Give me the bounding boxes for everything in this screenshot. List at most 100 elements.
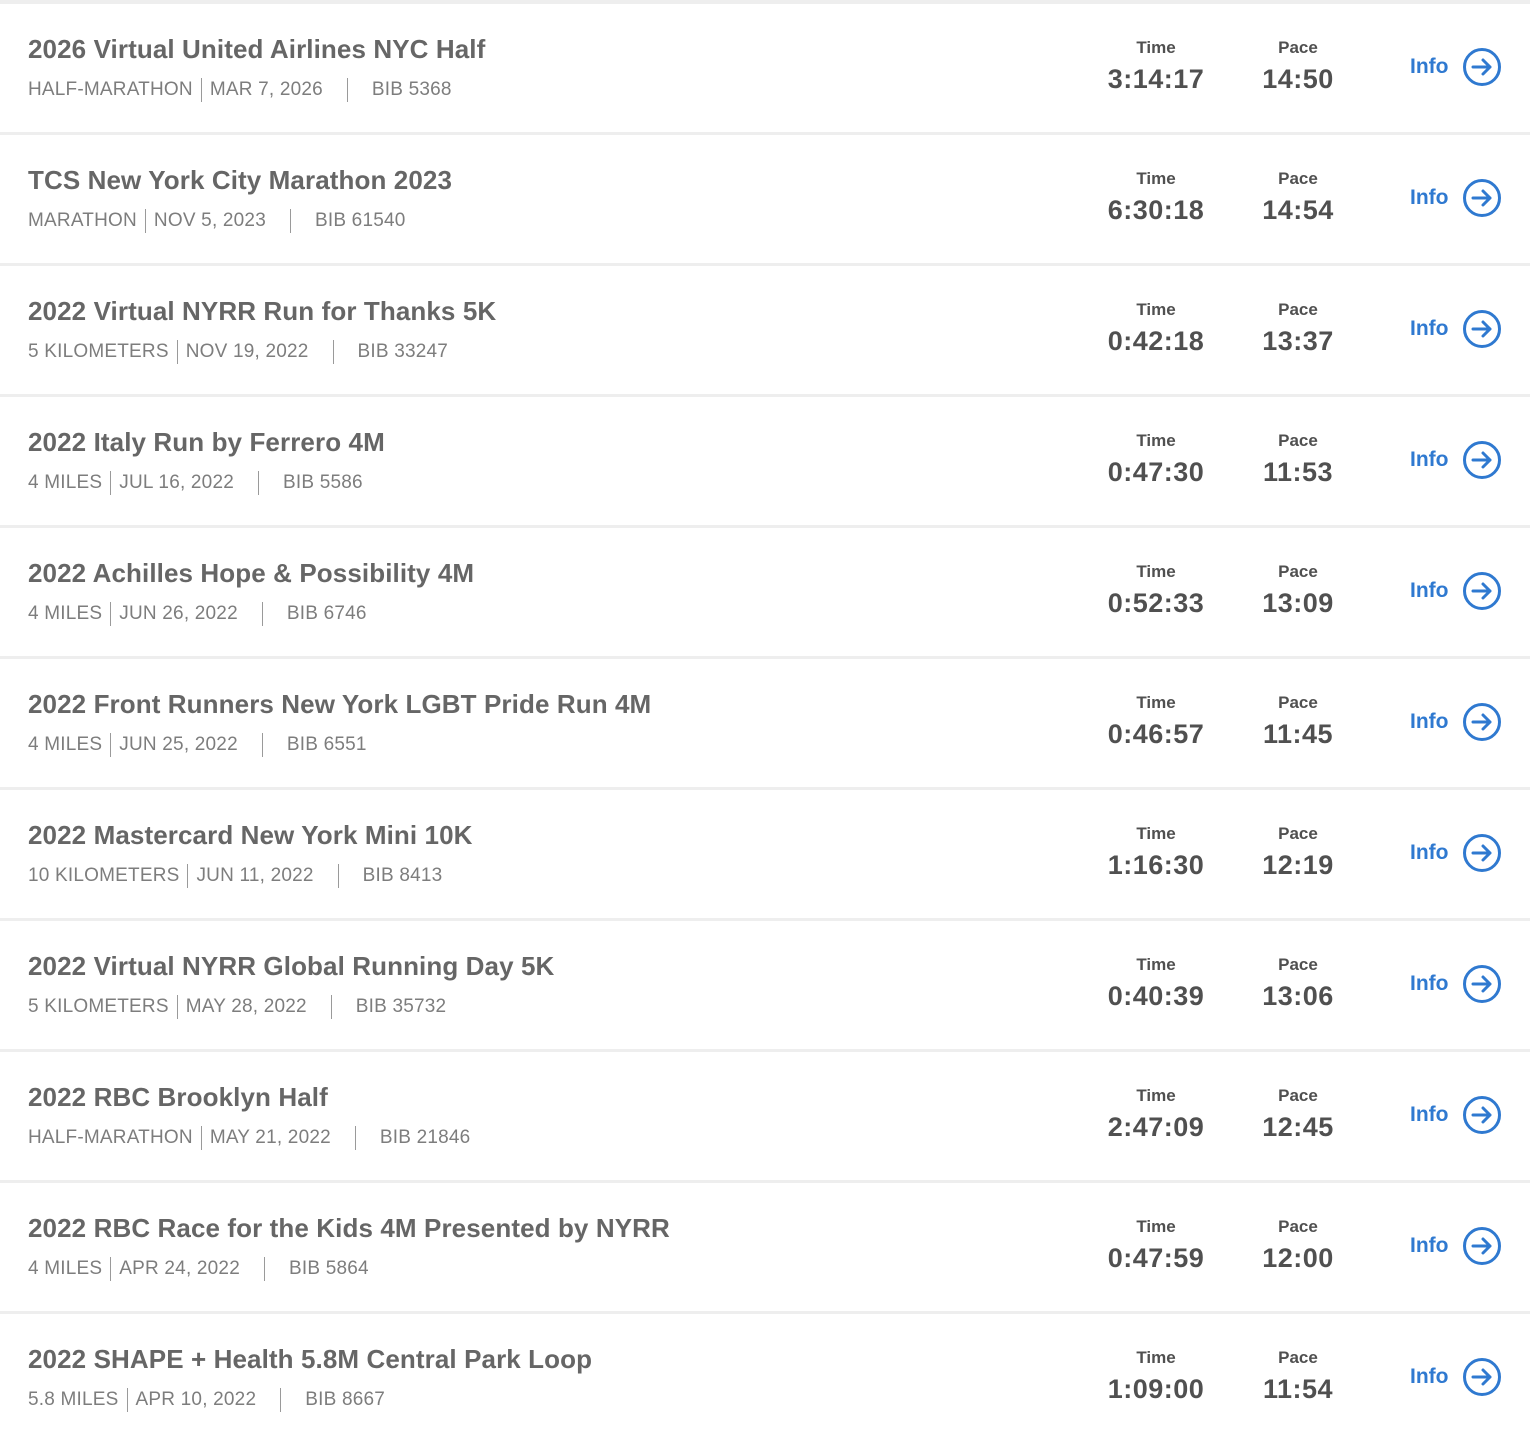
race-meta: 4 MILES JUN 26, 2022 BIB 6746 xyxy=(28,602,367,626)
race-distance: HALF-MARATHON xyxy=(28,79,193,100)
race-date: JUN 11, 2022 xyxy=(196,865,314,886)
time-value: 1:09:00 xyxy=(1107,1374,1205,1404)
meta-divider xyxy=(354,1126,356,1150)
pace-value: 11:45 xyxy=(1262,719,1334,749)
time-value: 0:47:59 xyxy=(1107,1243,1205,1273)
info-label: Info xyxy=(1410,1234,1449,1257)
race-title[interactable]: 2022 Virtual NYRR Run for Thanks 5K xyxy=(28,296,496,327)
race-bib: BIB 6551 xyxy=(286,734,367,755)
info-link[interactable]: Info xyxy=(1410,1225,1502,1267)
arrow-right-circle-icon xyxy=(1463,1358,1502,1396)
race-date: JUN 25, 2022 xyxy=(119,734,238,755)
arrow-right-circle-icon xyxy=(1463,179,1502,217)
time-stat: Time 1:09:00 xyxy=(1086,1348,1226,1408)
race-distance: MARATHON xyxy=(28,210,137,231)
time-label: Time xyxy=(1136,300,1176,319)
time-stat: Time 1:16:30 xyxy=(1086,824,1226,884)
pace-stat: Pace 13:37 xyxy=(1228,300,1368,360)
race-title[interactable]: 2022 RBC Brooklyn Half xyxy=(28,1082,328,1113)
info-link[interactable]: Info xyxy=(1410,439,1502,481)
race-row: 2022 Achilles Hope & Possibility 4M 4 MI… xyxy=(0,528,1530,659)
meta-divider xyxy=(126,1388,128,1412)
meta-divider xyxy=(110,1257,112,1281)
meta-divider xyxy=(176,995,178,1019)
info-label: Info xyxy=(1410,1365,1449,1388)
time-value: 2:47:09 xyxy=(1107,1112,1205,1142)
info-label: Info xyxy=(1410,186,1449,209)
meta-divider xyxy=(187,864,189,888)
race-title[interactable]: 2022 Virtual NYRR Global Running Day 5K xyxy=(28,951,554,982)
race-distance: 5 KILOMETERS xyxy=(28,341,169,362)
pace-value: 13:09 xyxy=(1262,588,1334,618)
time-value: 0:42:18 xyxy=(1107,326,1205,356)
meta-divider xyxy=(110,733,112,757)
time-stat: Time 0:47:30 xyxy=(1086,431,1226,491)
race-bib: BIB 8667 xyxy=(305,1389,386,1410)
race-title[interactable]: 2022 Front Runners New York LGBT Pride R… xyxy=(28,689,651,720)
info-label: Info xyxy=(1410,972,1449,995)
info-link[interactable]: Info xyxy=(1410,308,1502,350)
pace-stat: Pace 11:45 xyxy=(1228,693,1368,753)
info-link[interactable]: Info xyxy=(1410,963,1502,1005)
meta-divider xyxy=(176,340,178,364)
arrow-right-circle-icon xyxy=(1463,441,1502,479)
time-label: Time xyxy=(1136,431,1176,450)
time-value: 0:47:30 xyxy=(1107,457,1205,487)
race-row: 2022 Italy Run by Ferrero 4M 4 MILES JUL… xyxy=(0,397,1530,528)
race-title[interactable]: 2026 Virtual United Airlines NYC Half xyxy=(28,34,485,65)
pace-label: Pace xyxy=(1278,38,1318,57)
race-bib: BIB 61540 xyxy=(314,210,406,231)
info-label: Info xyxy=(1410,710,1449,733)
info-link[interactable]: Info xyxy=(1410,570,1502,612)
pace-label: Pace xyxy=(1278,693,1318,712)
race-date: MAR 7, 2026 xyxy=(209,79,323,100)
race-row: 2022 RBC Race for the Kids 4M Presented … xyxy=(0,1183,1530,1314)
time-label: Time xyxy=(1136,824,1176,843)
time-label: Time xyxy=(1136,693,1176,712)
meta-divider xyxy=(261,602,263,626)
time-stat: Time 6:30:18 xyxy=(1086,169,1226,229)
time-stat: Time 2:47:09 xyxy=(1086,1086,1226,1146)
pace-label: Pace xyxy=(1278,955,1318,974)
time-value: 1:16:30 xyxy=(1107,850,1205,880)
race-title[interactable]: 2022 SHAPE + Health 5.8M Central Park Lo… xyxy=(28,1344,592,1375)
race-title[interactable]: 2022 Achilles Hope & Possibility 4M xyxy=(28,558,474,589)
info-label: Info xyxy=(1410,448,1449,471)
pace-stat: Pace 12:45 xyxy=(1228,1086,1368,1146)
info-link[interactable]: Info xyxy=(1410,1356,1502,1398)
meta-divider xyxy=(200,78,202,102)
pace-label: Pace xyxy=(1278,1217,1318,1236)
info-link[interactable]: Info xyxy=(1410,832,1502,874)
time-stat: Time 3:14:17 xyxy=(1086,38,1226,98)
meta-divider xyxy=(258,471,259,495)
info-link[interactable]: Info xyxy=(1410,177,1502,219)
race-distance: 10 KILOMETERS xyxy=(28,865,180,886)
meta-divider xyxy=(144,209,146,233)
info-link[interactable]: Info xyxy=(1410,1094,1502,1136)
pace-label: Pace xyxy=(1278,169,1318,188)
meta-divider xyxy=(330,995,332,1019)
race-title[interactable]: 2022 Mastercard New York Mini 10K xyxy=(28,820,473,851)
time-stat: Time 0:42:18 xyxy=(1086,300,1226,360)
pace-value: 11:53 xyxy=(1262,457,1334,487)
pace-value: 11:54 xyxy=(1262,1374,1334,1404)
race-title[interactable]: 2022 Italy Run by Ferrero 4M xyxy=(28,427,385,458)
race-title[interactable]: TCS New York City Marathon 2023 xyxy=(28,165,452,196)
arrow-right-circle-icon xyxy=(1463,48,1502,86)
time-value: 0:40:39 xyxy=(1107,981,1205,1011)
arrow-right-circle-icon xyxy=(1463,703,1502,741)
race-distance: 4 MILES xyxy=(28,603,103,624)
info-link[interactable]: Info xyxy=(1410,46,1502,88)
race-row: TCS New York City Marathon 2023 MARATHON… xyxy=(0,135,1530,266)
race-meta: 5 KILOMETERS MAY 28, 2022 BIB 35732 xyxy=(28,995,446,1019)
race-row: 2022 Mastercard New York Mini 10K 10 KIL… xyxy=(0,790,1530,921)
time-stat: Time 0:46:57 xyxy=(1086,693,1226,753)
pace-stat: Pace 13:09 xyxy=(1228,562,1368,622)
race-date: APR 24, 2022 xyxy=(119,1258,240,1279)
race-meta: MARATHON NOV 5, 2023 BIB 61540 xyxy=(28,209,406,233)
info-link[interactable]: Info xyxy=(1410,701,1502,743)
race-title[interactable]: 2022 RBC Race for the Kids 4M Presented … xyxy=(28,1213,670,1244)
meta-divider xyxy=(346,78,348,102)
race-meta: 10 KILOMETERS JUN 11, 2022 BIB 8413 xyxy=(28,864,442,888)
race-date: JUN 26, 2022 xyxy=(119,603,238,624)
